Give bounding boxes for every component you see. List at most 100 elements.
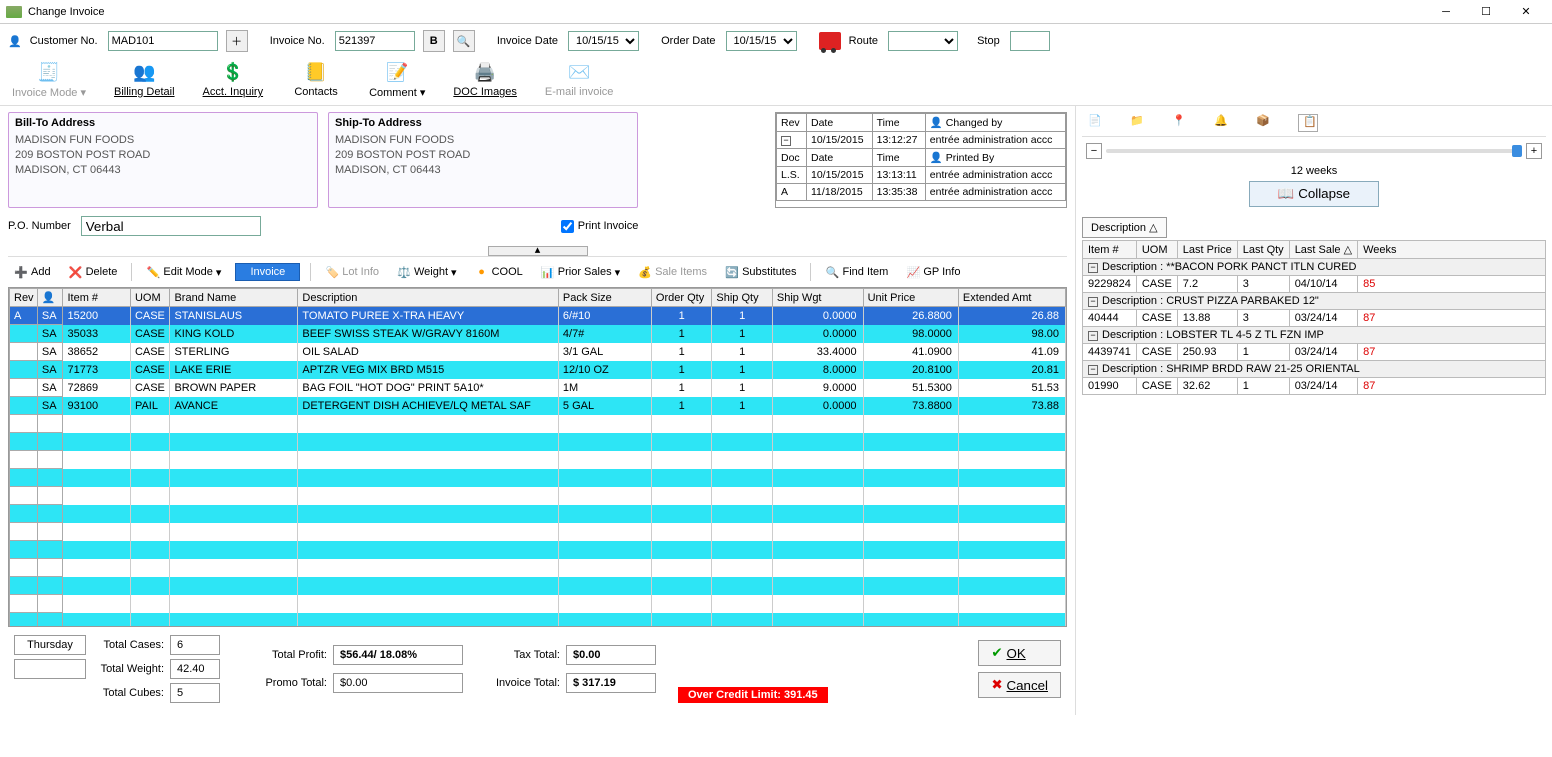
side-tabs: 📄 📁 📍 🔔 📦 📋	[1082, 110, 1546, 137]
gp-info-icon: 📈	[906, 265, 920, 279]
side-panel: 📄 📁 📍 🔔 📦 📋 − + 12 weeks 📖 Collapse Desc…	[1075, 106, 1552, 715]
comment-button[interactable]: 📝 Comment ▾	[369, 60, 425, 99]
table-row[interactable]: SA38652CASESTERLINGOIL SALAD3/1 GAL1133.…	[10, 343, 1066, 361]
tab-6-icon[interactable]: 📋	[1298, 114, 1318, 132]
header-bar: 👤 Customer No. ＋ Invoice No. B 🔍 Invoice…	[0, 24, 1552, 58]
weeks-slider[interactable]: − +	[1082, 137, 1546, 165]
truck-icon	[819, 32, 841, 50]
titlebar: Change Invoice ─ ☐ ✕	[0, 0, 1552, 24]
cancel-button[interactable]: ✖Cancel	[978, 672, 1061, 698]
close-button[interactable]: ✕	[1506, 1, 1546, 23]
table-row[interactable]	[10, 451, 1066, 469]
line-items-grid[interactable]: Rev 👤 Item # UOM Brand Name Description …	[8, 287, 1067, 627]
collapse-button[interactable]: 📖 Collapse	[1249, 181, 1379, 207]
history-data-row[interactable]: 4439741CASE250.93103/24/1487	[1083, 344, 1546, 361]
tab-5-icon[interactable]: 📦	[1256, 114, 1276, 132]
history-group-row[interactable]: −Description : LOBSTER TL 4-5 Z TL FZN I…	[1083, 327, 1546, 344]
table-row[interactable]	[10, 487, 1066, 505]
email-invoice-button[interactable]: ✉️ E-mail invoice	[545, 60, 613, 99]
window-title: Change Invoice	[28, 6, 1426, 18]
minimize-button[interactable]: ─	[1426, 1, 1466, 23]
mode-indicator[interactable]: Invoice	[235, 263, 300, 281]
tab-3-icon[interactable]: 📍	[1172, 114, 1192, 132]
history-group-row[interactable]: −Description : CRUST PIZZA PARBAKED 12"	[1083, 293, 1546, 310]
description-header[interactable]: Description △	[1082, 217, 1167, 238]
history-group-row[interactable]: −Description : **BACON PORK PANCT ITLN C…	[1083, 259, 1546, 276]
contacts-icon: 📒	[302, 60, 330, 84]
edit-mode-button[interactable]: ✏️Edit Mode ▾	[142, 263, 225, 281]
sale-items-button[interactable]: 💰Sale Items	[634, 263, 711, 281]
comment-icon: 📝	[383, 60, 411, 84]
billing-detail-icon: 👥	[130, 60, 158, 84]
ok-icon: ✔	[991, 645, 1002, 661]
tab-1-icon[interactable]: 📄	[1088, 114, 1108, 132]
cool-button[interactable]: ●COOL	[471, 263, 527, 281]
ship-to-text: MADISON FUN FOODS 209 BOSTON POST ROAD M…	[335, 133, 631, 178]
table-row[interactable]: SA71773CASELAKE ERIEAPTZR VEG MIX BRD M5…	[10, 361, 1066, 379]
table-row[interactable]	[10, 577, 1066, 595]
table-row[interactable]	[10, 595, 1066, 613]
ok-button[interactable]: ✔OK	[978, 640, 1061, 666]
b-button[interactable]: B	[423, 30, 445, 52]
table-row[interactable]	[10, 469, 1066, 487]
ship-to-box: Ship-To Address MADISON FUN FOODS 209 BO…	[328, 112, 638, 208]
customer-no-input[interactable]	[108, 31, 218, 51]
table-row[interactable]	[10, 433, 1066, 451]
slider-thumb[interactable]	[1512, 145, 1522, 157]
audit-hdr-changed: Changed by	[946, 117, 1003, 129]
table-row[interactable]: SA35033CASEKING KOLDBEEF SWISS STEAK W/G…	[10, 325, 1066, 343]
invoice-date-label: Invoice Date	[497, 35, 558, 47]
invoice-no-input[interactable]	[335, 31, 415, 51]
add-customer-button[interactable]: ＋	[226, 30, 248, 52]
weight-button[interactable]: ⚖️Weight ▾	[393, 263, 461, 281]
bill-to-box: Bill-To Address MADISON FUN FOODS 209 BO…	[8, 112, 318, 208]
tab-4-icon[interactable]: 🔔	[1214, 114, 1234, 132]
table-row[interactable]: ASA15200CASESTANISLAUSTOMATO PUREE X-TRA…	[10, 307, 1066, 325]
history-data-row[interactable]: 01990CASE32.62103/24/1487	[1083, 378, 1546, 395]
acct-inquiry-button[interactable]: 💲 Acct. Inquiry	[203, 60, 264, 99]
weeks-label: 12 weeks	[1082, 165, 1546, 177]
prior-sales-icon: 📊	[541, 265, 555, 279]
print-invoice-checkbox[interactable]: Print Invoice	[561, 220, 639, 233]
splitter[interactable]: ▴	[8, 244, 1067, 256]
delete-icon: ❌	[69, 265, 83, 279]
history-group-row[interactable]: −Description : SHRIMP BRDD RAW 21-25 ORI…	[1083, 361, 1546, 378]
table-row[interactable]	[10, 559, 1066, 577]
order-date-select[interactable]: 10/15/15	[726, 31, 797, 51]
slider-plus-button[interactable]: +	[1526, 143, 1542, 159]
gp-info-button[interactable]: 📈GP Info	[902, 263, 964, 281]
weight-value: 42.40	[170, 659, 220, 679]
doc-images-button[interactable]: 🖨️ DOC Images	[453, 60, 517, 99]
toolbar: ➕Add ❌Delete ✏️Edit Mode ▾ Invoice 🏷️Lot…	[8, 256, 1067, 287]
blank-box	[14, 659, 86, 679]
lot-info-button[interactable]: 🏷️Lot Info	[321, 263, 383, 281]
table-row[interactable]	[10, 541, 1066, 559]
find-item-button[interactable]: 🔍Find Item	[821, 263, 892, 281]
invoice-mode-button[interactable]: 🧾 Invoice Mode ▾	[12, 60, 86, 99]
po-input[interactable]	[81, 216, 261, 236]
table-row[interactable]	[10, 613, 1066, 628]
collapse-icon[interactable]: −	[781, 136, 791, 146]
search-invoice-button[interactable]: 🔍	[453, 30, 475, 52]
history-grid[interactable]: Item # UOM Last Price Last Qty Last Sale…	[1082, 240, 1546, 395]
history-data-row[interactable]: 9229824CASE7.2304/10/1485	[1083, 276, 1546, 293]
delete-button[interactable]: ❌Delete	[65, 263, 122, 281]
slider-minus-button[interactable]: −	[1086, 143, 1102, 159]
tab-2-icon[interactable]: 📁	[1130, 114, 1150, 132]
route-select[interactable]	[888, 31, 958, 51]
table-row[interactable]: SA72869CASEBROWN PAPERBAG FOIL "HOT DOG"…	[10, 379, 1066, 397]
table-row[interactable]	[10, 523, 1066, 541]
invoice-date-select[interactable]: 10/15/15	[568, 31, 639, 51]
add-button[interactable]: ➕Add	[10, 263, 55, 281]
stop-input[interactable]	[1010, 31, 1050, 51]
substitutes-button[interactable]: 🔄Substitutes	[721, 263, 800, 281]
prior-sales-button[interactable]: 📊Prior Sales ▾	[537, 263, 624, 281]
table-row[interactable]: SA93100PAILAVANCEDETERGENT DISH ACHIEVE/…	[10, 397, 1066, 415]
audit-hdr-rev: Rev	[777, 114, 807, 132]
maximize-button[interactable]: ☐	[1466, 1, 1506, 23]
table-row[interactable]	[10, 415, 1066, 433]
billing-detail-button[interactable]: 👥 Billing Detail	[114, 60, 175, 99]
history-data-row[interactable]: 40444CASE13.88303/24/1487	[1083, 310, 1546, 327]
table-row[interactable]	[10, 505, 1066, 523]
contacts-button[interactable]: 📒 Contacts	[291, 60, 341, 99]
